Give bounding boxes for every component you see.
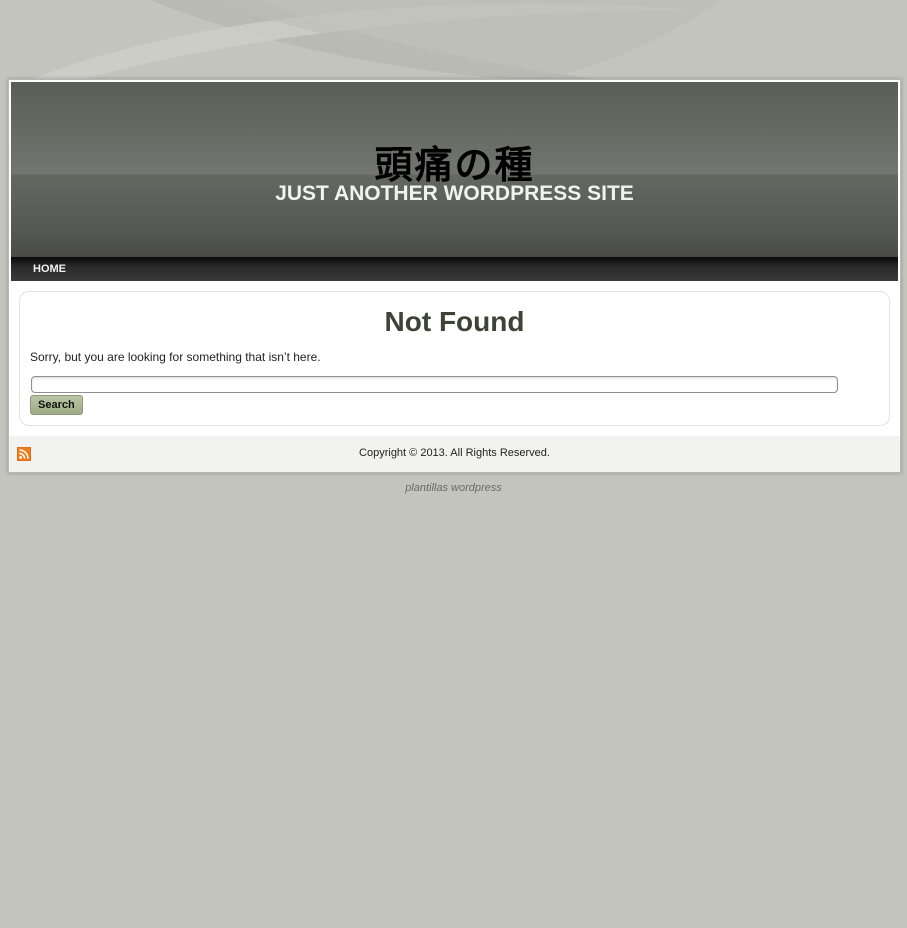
page-title: Not Found bbox=[384, 306, 525, 337]
not-found-box: Not Found Sorry, but you are looking for… bbox=[19, 291, 890, 426]
site-header: 頭痛の種 JUST ANOTHER WORDPRESS SITE bbox=[11, 82, 898, 257]
not-found-message: Sorry, but you are looking for something… bbox=[30, 350, 321, 364]
copyright-text: Copyright © 2013. All Rights Reserved. bbox=[359, 447, 550, 459]
nav-item-home[interactable]: HOME bbox=[33, 263, 66, 275]
site-title[interactable]: 頭痛の種 bbox=[11, 134, 898, 189]
footer-credit-link[interactable]: plantillas wordpress bbox=[0, 482, 907, 494]
main-navigation: HOME bbox=[11, 257, 898, 281]
page-wrapper: 頭痛の種 JUST ANOTHER WORDPRESS SITE HOME No… bbox=[8, 79, 901, 473]
background-swoosh bbox=[0, 0, 907, 90]
search-button[interactable]: Search bbox=[30, 395, 83, 415]
content-area: Not Found Sorry, but you are looking for… bbox=[9, 281, 900, 436]
search-input[interactable] bbox=[31, 376, 838, 393]
site-description: JUST ANOTHER WORDPRESS SITE bbox=[275, 182, 634, 205]
site-footer: Copyright © 2013. All Rights Reserved. bbox=[9, 436, 900, 472]
